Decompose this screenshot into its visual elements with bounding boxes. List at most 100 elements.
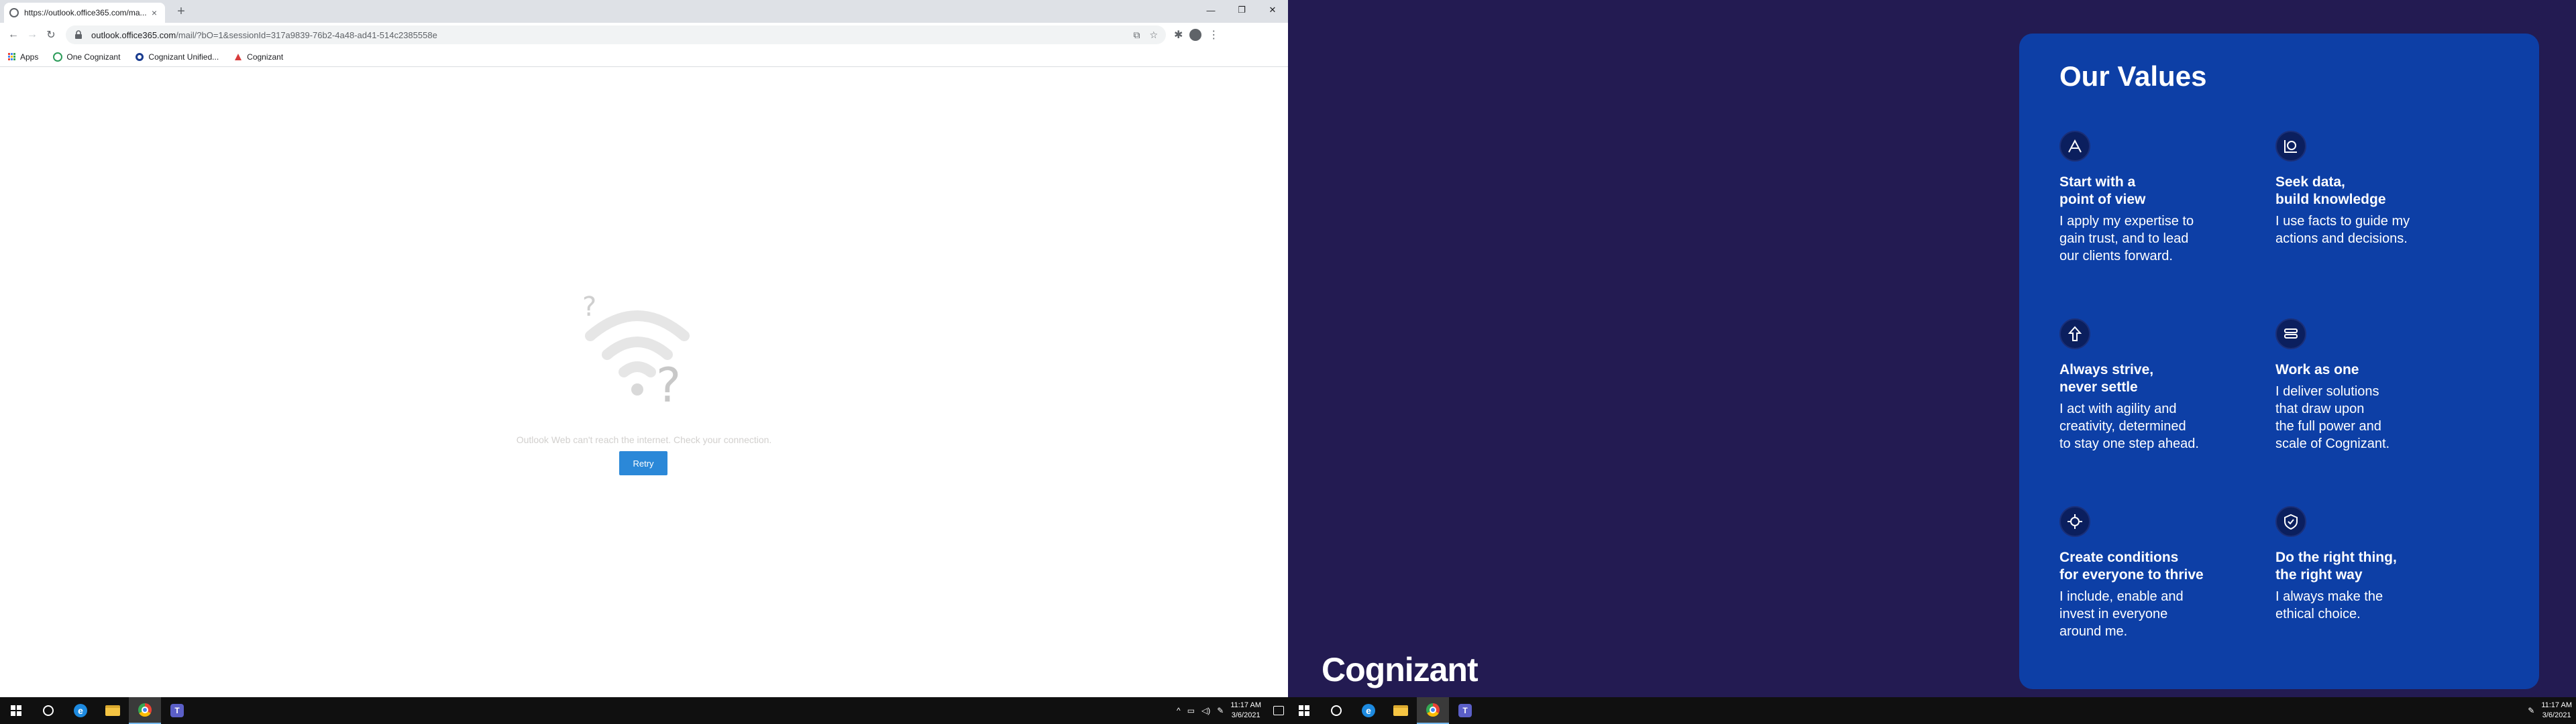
network-icon[interactable]: ▭ — [1187, 706, 1195, 715]
values-title: Our Values — [2059, 60, 2207, 92]
chrome-icon — [1426, 703, 1440, 717]
svg-text:?: ? — [656, 358, 681, 410]
value-item: Start with a point of view I apply my ex… — [2059, 131, 2261, 265]
bookmark-label: Cognizant — [247, 52, 284, 62]
tab-close-icon[interactable]: × — [149, 7, 160, 18]
url-host: outlook.office365.com — [91, 29, 176, 40]
cognizant-icon — [235, 53, 242, 60]
folder-icon — [1393, 705, 1408, 716]
taskbar-left: e T ^ ▭ ◁) ✎ 11:17 AM 3/6/2021 — [0, 697, 1288, 724]
value-heading: Always strive, never settle — [2059, 362, 2154, 395]
bookmark-cognizant-unified[interactable]: Cognizant Unified... — [135, 52, 219, 62]
clock-date: 3/6/2021 — [1231, 711, 1260, 719]
cortana-search-icon — [1331, 705, 1342, 716]
taskbar-teams[interactable]: T — [1449, 697, 1481, 724]
pen-icon[interactable]: ✎ — [2528, 706, 2534, 715]
bookmark-star-icon[interactable]: ☆ — [1149, 29, 1158, 41]
edge-icon: e — [74, 704, 87, 717]
value-text: I act with agility and creativity, deter… — [2059, 402, 2199, 451]
extensions-puzzle-icon[interactable]: ✱ — [1174, 28, 1183, 42]
tab-title: https://outlook.office365.com/ma... — [24, 8, 147, 17]
start-button[interactable] — [1288, 697, 1320, 724]
back-button[interactable]: ← — [4, 25, 23, 44]
pen-icon[interactable]: ✎ — [1217, 706, 1224, 715]
one-cognizant-icon — [53, 52, 63, 62]
value-text: I apply my expertise to gain trust, and … — [2059, 214, 2194, 263]
value-item: Do the right thing, the right way I alwa… — [2275, 506, 2477, 623]
bookmark-apps[interactable]: Apps — [8, 52, 38, 62]
cognizant-logo: Cognizant — [1322, 651, 1479, 688]
clock-date: 3/6/2021 — [2542, 711, 2571, 719]
left-monitor: https://outlook.office365.com/ma... × + … — [0, 0, 1288, 724]
taskbar-teams[interactable]: T — [161, 697, 193, 724]
right-monitor-wallpaper: Cognizant Our Values Start with a point … — [1288, 0, 2576, 697]
profile-avatar-icon[interactable] — [1189, 29, 1202, 41]
apps-grid-icon — [8, 52, 16, 61]
system-tray: ^ ▭ ◁) ✎ 11:17 AM 3/6/2021 — [1177, 701, 1288, 721]
no-connection-icon: ? ? — [582, 292, 690, 410]
search-button[interactable] — [32, 697, 64, 724]
bookmarks-bar: Apps One Cognizant Cognizant Unified... — [0, 47, 1288, 67]
clock[interactable]: 11:17 AM 3/6/2021 — [2541, 701, 2572, 721]
value-text: I use facts to guide my actions and deci… — [2275, 214, 2410, 246]
clock-time: 11:17 AM — [1230, 701, 1261, 709]
address-bar[interactable]: outlook.office365.com /mail/?bO=1&sessio… — [66, 25, 1166, 44]
close-window-button[interactable]: ✕ — [1257, 0, 1288, 20]
bookmark-label: Cognizant Unified... — [148, 52, 219, 62]
taskbar-edge[interactable]: e — [64, 697, 97, 724]
browser-tab-outlook[interactable]: https://outlook.office365.com/ma... × — [4, 3, 165, 23]
start-button[interactable] — [0, 697, 32, 724]
clock-time: 11:17 AM — [2541, 701, 2572, 709]
window-controls: — ❐ ✕ — [1195, 0, 1288, 20]
retry-button[interactable]: Retry — [619, 451, 667, 475]
taskbar-chrome[interactable] — [1417, 697, 1449, 724]
minimize-button[interactable]: — — [1195, 0, 1226, 20]
bookmark-label: One Cognizant — [66, 52, 121, 62]
data-search-icon — [2275, 131, 2306, 162]
value-item: Work as one I deliver solutions that dra… — [2275, 318, 2477, 452]
teams-icon: T — [1458, 704, 1472, 717]
taskbar-edge[interactable]: e — [1352, 697, 1385, 724]
value-heading: Seek data, build knowledge — [2275, 174, 2386, 207]
value-item: Always strive, never settle I act with a… — [2059, 318, 2261, 452]
taskbar-chrome[interactable] — [129, 697, 161, 724]
new-tab-button[interactable]: + — [173, 4, 189, 20]
cognizant-unified-icon — [136, 52, 144, 61]
lock-icon — [75, 30, 82, 39]
bookmark-label: Apps — [20, 52, 39, 62]
value-text: I deliver solutions that draw upon the f… — [2275, 384, 2390, 451]
taskbar-file-explorer[interactable] — [97, 697, 129, 724]
taskbar-file-explorer[interactable] — [1385, 697, 1417, 724]
clock[interactable]: 11:17 AM 3/6/2021 — [1230, 701, 1261, 721]
outlook-page: ? ? Outlook Web can't reach the internet… — [0, 68, 1288, 697]
volume-icon[interactable]: ◁) — [1201, 706, 1210, 715]
chevron-up-icon[interactable]: ^ — [1177, 706, 1181, 715]
svg-text:?: ? — [582, 292, 596, 322]
shield-check-icon — [2275, 506, 2306, 537]
reload-button[interactable]: ↻ — [42, 25, 60, 44]
notification-icon[interactable] — [1273, 706, 1284, 715]
teams-icon: T — [170, 704, 184, 717]
bookmark-one-cognizant[interactable]: One Cognizant — [53, 52, 120, 62]
restore-button[interactable]: ❐ — [1226, 0, 1257, 20]
value-heading: Create conditions for everyone to thrive — [2059, 550, 2204, 583]
value-heading: Work as one — [2275, 362, 2359, 377]
forward-button[interactable]: → — [23, 25, 42, 44]
search-button[interactable] — [1320, 697, 1352, 724]
value-text: I include, enable and invest in everyone… — [2059, 589, 2184, 639]
edge-icon: e — [1362, 704, 1375, 717]
open-in-app-icon[interactable]: ⧉ — [1133, 29, 1140, 41]
browser-toolbar: ← → ↻ outlook.office365.com /mail/?bO=1&… — [0, 23, 1288, 47]
value-item: Create conditions for everyone to thrive… — [2059, 506, 2261, 640]
more-menu-icon[interactable]: ⋮ — [1208, 28, 1219, 42]
value-text: I always make the ethical choice. — [2275, 589, 2383, 621]
bookmark-cognizant[interactable]: Cognizant — [233, 52, 283, 62]
taskbar-right: e T ✎ 11:17 AM 3/6/2021 — [1288, 697, 2576, 724]
folder-icon — [105, 705, 120, 716]
chrome-icon — [138, 703, 152, 717]
tab-strip: https://outlook.office365.com/ma... × + … — [0, 0, 1288, 23]
windows-logo-icon — [11, 705, 21, 716]
values-card: Our Values Start with a point of view I … — [2019, 34, 2539, 689]
compass-icon — [2059, 131, 2090, 162]
globe-icon — [9, 8, 19, 17]
